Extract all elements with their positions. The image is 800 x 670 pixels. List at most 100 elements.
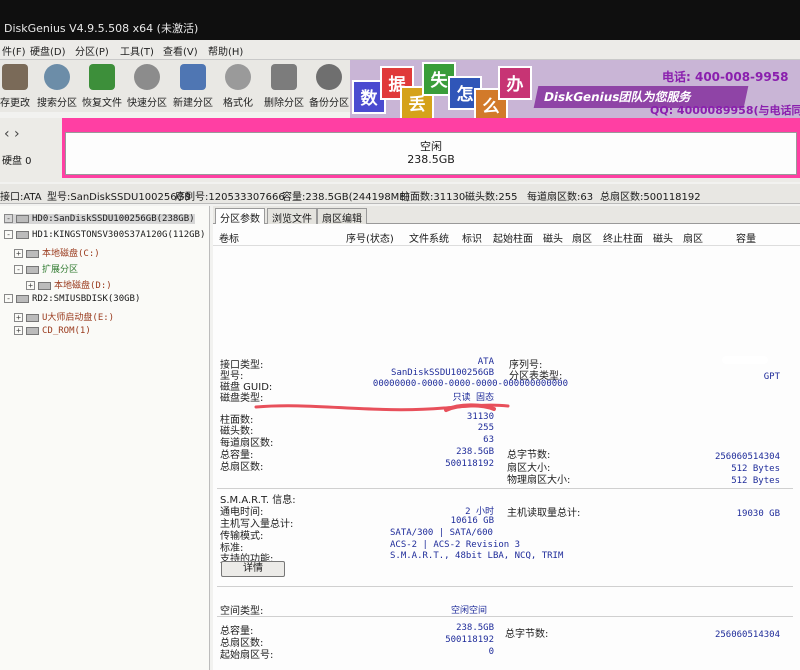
info-interface: 接口:ATA <box>0 192 42 203</box>
host-reads-label: 主机读取量总计: <box>507 508 581 519</box>
col-end-head[interactable]: 磁头 <box>653 230 673 245</box>
col-start-cylinder[interactable]: 起始柱面 <box>493 230 533 245</box>
col-flag[interactable]: 标识 <box>462 230 482 245</box>
host-writes-value: 10616 GB <box>450 516 494 526</box>
banner-phone: 电话: 400-008-9958 <box>662 70 789 84</box>
tab-browse-files[interactable]: 浏览文件 <box>267 208 317 225</box>
supported-features-value: S.M.A.R.T., 48bit LBA, NCQ, TRIM <box>390 551 564 561</box>
free-capacity-value: 238.5GB <box>456 623 494 633</box>
menu-tools[interactable]: 工具(T) <box>120 43 154 58</box>
expand-icon[interactable]: + <box>14 249 23 258</box>
menu-bar: 件(F) 硬盘(D) 分区(P) 工具(T) 查看(V) 帮助(H) <box>0 40 800 60</box>
start-sector-value: 0 <box>488 647 494 657</box>
details-button[interactable]: 详情 <box>221 561 285 577</box>
physical-sector-size-label: 物理扇区大小: <box>507 475 571 486</box>
free-space-name: 空闲 <box>420 140 442 153</box>
cylinders-value: 31130 <box>466 412 494 422</box>
free-total-sectors-value: 500118192 <box>445 635 494 645</box>
model-value: SanDiskSSDU100256GB <box>391 368 494 378</box>
info-cylinders: 柱面数:31130 <box>400 192 466 203</box>
total-bytes-value: 256060514304 <box>714 452 780 462</box>
space-type-value: 空闲空间 <box>451 606 488 616</box>
disk-nav-arrows-icon[interactable]: ‹ › <box>4 126 20 142</box>
info-sectors-per-track: 每道扇区数:63 <box>527 192 594 203</box>
disk-map: ‹ › 硬盘 0 空闲 238.5GB <box>0 118 800 182</box>
format-icon <box>225 64 251 90</box>
save-icon <box>2 64 28 90</box>
total-sectors-value: 500118192 <box>445 459 494 469</box>
col-start-sector[interactable]: 扇区 <box>572 230 592 245</box>
menu-file[interactable]: 件(F) <box>2 43 26 58</box>
collapse-icon[interactable]: - <box>14 265 23 274</box>
partition-table-header: 卷标 序号(状态) 文件系统 标识 起始柱面 磁头 扇区 终止柱面 磁头 扇区 … <box>213 226 800 246</box>
col-start-head[interactable]: 磁头 <box>543 230 563 245</box>
quick-partition-icon <box>134 64 160 90</box>
tab-sector-edit[interactable]: 扇区编辑 <box>317 208 367 225</box>
collapse-icon[interactable]: - <box>4 230 13 239</box>
divider <box>217 616 793 617</box>
search-icon <box>44 64 70 90</box>
col-end-sector[interactable]: 扇区 <box>683 230 703 245</box>
divider <box>217 586 793 587</box>
new-partition-button[interactable]: 新建分区 <box>170 64 216 110</box>
collapse-icon[interactable]: - <box>4 214 13 223</box>
banner-tile: 办 <box>498 66 532 100</box>
new-partition-icon <box>180 64 206 90</box>
menu-view[interactable]: 查看(V) <box>163 43 198 58</box>
host-reads-value: 19030 GB <box>736 509 780 519</box>
sectors-per-track-value: 63 <box>483 435 494 445</box>
menu-disk[interactable]: 硬盘(D) <box>30 43 66 58</box>
tree-item-d-drive[interactable]: + 本地磁盘(D:) <box>26 278 112 291</box>
save-changes-button[interactable]: 存更改 <box>0 64 38 110</box>
search-partition-button[interactable]: 搜索分区 <box>34 64 80 110</box>
info-capacity: 容量:238.5GB(244198MB) <box>282 192 411 203</box>
cdrom-icon <box>26 326 39 335</box>
menu-help[interactable]: 帮助(H) <box>208 43 243 58</box>
tree-item-hd1[interactable]: - HD1:KINGSTONSV300S37A120G(112GB) <box>4 230 205 240</box>
collapse-icon[interactable]: - <box>4 294 13 303</box>
tree-item-hd0[interactable]: - HD0:SanDiskSSDU100256GB(238GB) <box>4 214 195 224</box>
tree-item-c-drive[interactable]: + 本地磁盘(C:) <box>14 246 100 259</box>
delete-partition-button[interactable]: 删除分区 <box>261 64 307 110</box>
backup-icon <box>316 64 342 90</box>
backup-partition-button[interactable]: 备份分区 <box>306 64 352 110</box>
col-filesystem[interactable]: 文件系统 <box>409 230 449 245</box>
info-heads: 磁头数:255 <box>465 192 518 203</box>
space-type-label: 空间类型: <box>220 606 264 617</box>
format-button[interactable]: 格式化 <box>215 64 261 110</box>
quick-partition-button[interactable]: 快速分区 <box>124 64 170 110</box>
tab-partition-params[interactable]: 分区参数 <box>215 208 265 225</box>
sector-size-value: 512 Bytes <box>731 464 780 474</box>
expand-icon[interactable]: + <box>14 313 23 322</box>
col-capacity[interactable]: 容量 <box>736 230 756 245</box>
recover-icon <box>89 64 115 90</box>
heads-value: 255 <box>477 423 494 433</box>
standard-value: ACS-2 | ACS-2 Revision 3 <box>390 540 521 550</box>
menu-partition[interactable]: 分区(P) <box>75 43 109 58</box>
tree-item-e-drive[interactable]: + U大师启动盘(E:) <box>14 310 114 323</box>
free-total-bytes-label: 总字节数: <box>505 629 549 640</box>
recover-files-button[interactable]: 恢复文件 <box>79 64 125 110</box>
free-space-block[interactable]: 空闲 238.5GB <box>62 118 800 178</box>
banner-qq: QQ: 4000089958(与电话同号) <box>650 104 800 117</box>
partition-table-type-label: 分区表类型: <box>509 371 563 382</box>
tree-item-rd2[interactable]: - RD2:SMIUSBDISK(30GB) <box>4 294 140 304</box>
redaction-blob <box>722 356 768 364</box>
tree-item-cdrom[interactable]: + CD_ROM(1) <box>14 326 91 336</box>
col-end-cylinder[interactable]: 终止柱面 <box>603 230 643 245</box>
advertisement-banner[interactable]: 数 据 丢 失 怎 么 办 DiskGenius团队为您服务 电话: 400-0… <box>350 60 800 118</box>
partition-parameters-pane: 分区参数 浏览文件 扇区编辑 卷标 序号(状态) 文件系统 标识 起始柱面 磁头… <box>213 206 800 670</box>
partition-icon <box>26 313 39 322</box>
disk-map-label: 硬盘 0 <box>2 156 32 167</box>
tree-item-extended[interactable]: - 扩展分区 <box>14 262 78 275</box>
divider <box>217 488 793 489</box>
col-volume-label[interactable]: 卷标 <box>219 230 239 245</box>
info-serial: 序列号:120533307666 <box>175 192 285 203</box>
col-index-status[interactable]: 序号(状态) <box>346 230 394 245</box>
partition-icon <box>26 265 39 274</box>
expand-icon[interactable]: + <box>26 281 35 290</box>
transfer-mode-value: SATA/300 | SATA/600 <box>390 528 493 538</box>
expand-icon[interactable]: + <box>14 326 23 335</box>
window-title: DiskGenius V4.9.5.508 x64 (未激活) <box>4 22 199 35</box>
info-total-sectors: 总扇区数:500118192 <box>600 192 701 203</box>
